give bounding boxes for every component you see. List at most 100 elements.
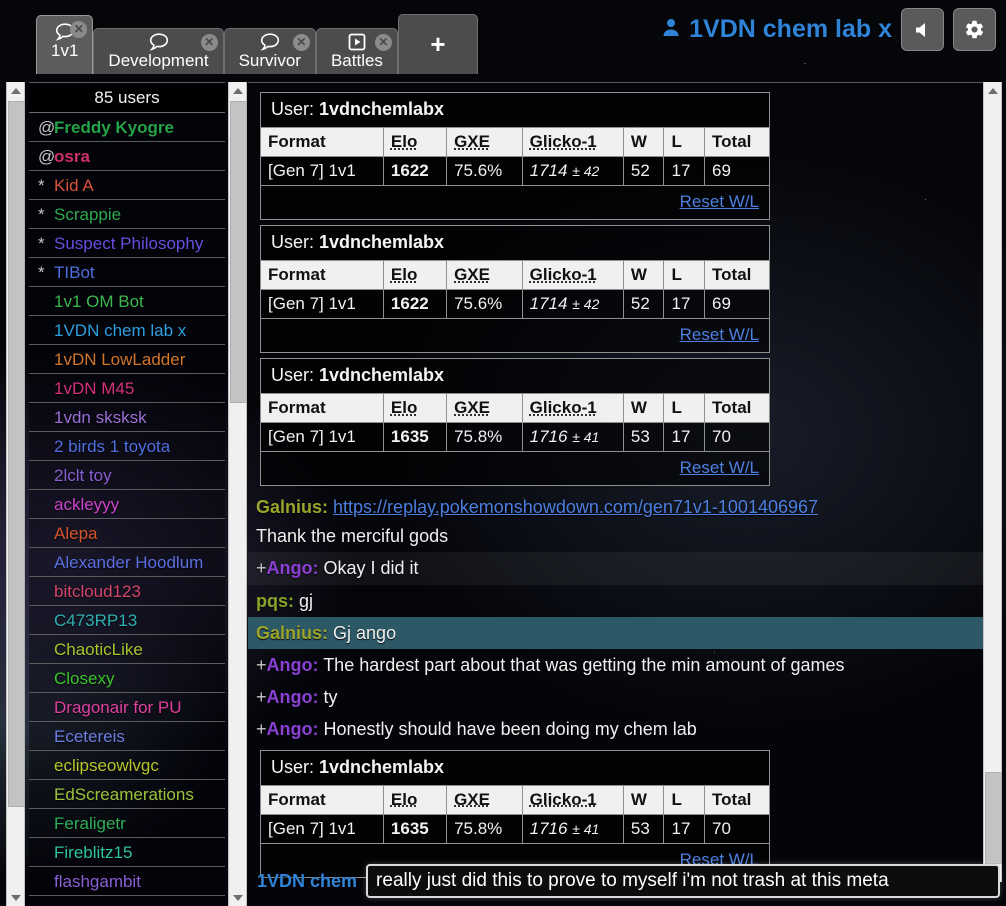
user-list-item[interactable]: EdScreamerations [29, 780, 225, 809]
settings-button[interactable] [953, 8, 996, 51]
userlist-scroll-down-arrow[interactable] [229, 889, 246, 906]
ladder-user-label: User: [271, 99, 319, 119]
ladder-column-header: L [664, 128, 705, 157]
user-list-item[interactable]: Ecetereis [29, 722, 225, 751]
user-list-item[interactable]: 1vdn sksksk [29, 403, 225, 432]
chat-username[interactable]: Galnius: [256, 623, 328, 643]
room-tab-development[interactable]: Development✕ [93, 28, 223, 74]
user-list-item[interactable]: 1v1 OM Bot [29, 287, 225, 316]
user-name: Fireblitz15 [54, 843, 132, 862]
close-icon[interactable]: ✕ [375, 34, 392, 51]
user-list-scrollbar[interactable] [228, 82, 247, 906]
user-list-item[interactable]: Alexander Hoodlum [29, 548, 225, 577]
add-tab-button[interactable]: + [398, 14, 478, 74]
userlist-scroll-up-arrow[interactable] [229, 82, 246, 99]
window-scrollbar-thumb[interactable] [8, 101, 25, 807]
volume-button[interactable] [901, 8, 944, 51]
chat-scrollbar-thumb[interactable] [985, 772, 1002, 864]
ladder-column-header: Format [261, 261, 383, 290]
user-list-item[interactable]: Dragonair for PU [29, 693, 225, 722]
user-list-item[interactable]: Alepa [29, 519, 225, 548]
ladder-column-header: L [664, 394, 705, 423]
ladder-cell-wins: 52 [623, 290, 664, 319]
reset-wl-link[interactable]: Reset W/L [680, 192, 759, 211]
ladder-cell-losses: 17 [664, 157, 705, 186]
user-list-item[interactable]: *Kid A [29, 171, 225, 200]
user-bar: 1VDN chem lab x [661, 8, 996, 51]
reset-wl-link[interactable]: Reset W/L [680, 458, 759, 477]
pokemon-showdown-window: 1v1✕Development✕Survivor✕Battles✕+ 1VDN … [0, 0, 1006, 906]
reset-wl-link[interactable]: Reset W/L [680, 325, 759, 344]
chat-scroll-up-arrow[interactable] [984, 82, 1001, 99]
chat-username[interactable]: Ango: [267, 558, 319, 578]
ladder-column-header: Total [705, 394, 769, 423]
user-list-item[interactable]: eclipseowlvgc [29, 751, 225, 780]
room-tab-1v1[interactable]: 1v1✕ [36, 15, 93, 74]
user-list-item[interactable]: *TIBot [29, 258, 225, 287]
chat-message: +Ango: ty [248, 681, 983, 713]
close-icon[interactable]: ✕ [293, 34, 310, 51]
user-name: EdScreamerations [54, 785, 194, 804]
ladder-rating-box: User: 1vdnchemlabxFormatEloGXEGlicko-1WL… [260, 358, 770, 486]
user-name: 2lclt toy [54, 466, 112, 485]
close-icon[interactable]: ✕ [201, 34, 218, 51]
user-list-item[interactable]: Feraligetr [29, 809, 225, 838]
ladder-cell-total: 69 [705, 290, 769, 319]
user-list-item[interactable]: 1VDN chem lab x [29, 316, 225, 345]
ladder-rating-box: User: 1vdnchemlabxFormatEloGXEGlicko-1WL… [260, 225, 770, 353]
room-tab-battles[interactable]: Battles✕ [316, 28, 398, 74]
user-list-item[interactable]: ChaoticLike [29, 635, 225, 664]
user-list-item[interactable]: @Freddy Kyogre [29, 113, 225, 142]
user-list-item[interactable]: *Suspect Philosophy [29, 229, 225, 258]
ladder-cell-losses: 17 [664, 290, 705, 319]
user-name: TIBot [54, 263, 95, 282]
room-tab-label: Survivor [239, 51, 301, 71]
user-name: C473RP13 [54, 611, 137, 630]
user-list-item[interactable]: 2lclt toy [29, 461, 225, 490]
user-list-item[interactable]: @osra [29, 142, 225, 171]
chat-message-input[interactable] [366, 864, 1000, 898]
userlist-scrollbar-thumb[interactable] [230, 101, 247, 403]
ladder-cell-elo: 1635 [383, 423, 446, 452]
chat-username[interactable]: Ango: [267, 655, 319, 675]
window-scroll-down-arrow[interactable] [7, 889, 24, 906]
ladder-column-header: GXE [447, 394, 523, 423]
ladder-table-header-row: FormatEloGXEGlicko-1WLTotal [261, 261, 769, 290]
user-rank-symbol: * [38, 258, 54, 287]
chat-username[interactable]: Ango: [267, 687, 319, 707]
user-rank-symbol: * [38, 200, 54, 229]
user-list-item[interactable]: Fireblitz15 [29, 838, 225, 867]
user-list-item[interactable]: flashgambit [29, 867, 225, 896]
ladder-user-label: User: [271, 232, 319, 252]
user-list-item[interactable]: bitcloud123 [29, 577, 225, 606]
chat-message-text: Gj ango [333, 623, 396, 643]
user-list-item[interactable]: 1vDN M45 [29, 374, 225, 403]
current-user[interactable]: 1VDN chem lab x [661, 15, 892, 44]
close-icon[interactable]: ✕ [70, 21, 87, 38]
user-list-item[interactable]: C473RP13 [29, 606, 225, 635]
ladder-cell-elo: 1622 [383, 290, 446, 319]
room-tab-survivor[interactable]: Survivor✕ [224, 28, 316, 74]
chat-username[interactable]: Ango: [267, 719, 319, 739]
chat-scrollbar[interactable] [983, 82, 1002, 882]
user-list-item[interactable]: *Scrappie [29, 200, 225, 229]
chat-username[interactable]: Galnius: [256, 497, 328, 517]
ladder-cell-format: [Gen 7] 1v1 [261, 157, 383, 186]
ladder-column-header: GXE [447, 786, 523, 815]
user-rank-symbol: * [38, 171, 54, 200]
user-rank-symbol: @ [38, 142, 54, 171]
user-list-item[interactable]: 2 birds 1 toyota [29, 432, 225, 461]
chat-message-link[interactable]: https://replay.pokemonshowdown.com/gen71… [333, 497, 818, 517]
chat-message-text: The hardest part about that was getting … [323, 655, 844, 675]
current-user-name: 1VDN chem lab x [689, 15, 892, 44]
ladder-column-header: GXE [447, 128, 523, 157]
chat-username[interactable]: pqs: [256, 591, 294, 611]
user-list-item[interactable]: 1vDN LowLadder [29, 345, 225, 374]
window-scroll-up-arrow[interactable] [7, 82, 24, 99]
user-name: 1vDN LowLadder [54, 350, 185, 369]
user-name: 2 birds 1 toyota [54, 437, 170, 456]
window-scrollbar[interactable] [6, 82, 25, 906]
user-list-item[interactable]: ackleyyy [29, 490, 225, 519]
user-list-item[interactable]: Closexy [29, 664, 225, 693]
user-name: Kid A [54, 176, 94, 195]
